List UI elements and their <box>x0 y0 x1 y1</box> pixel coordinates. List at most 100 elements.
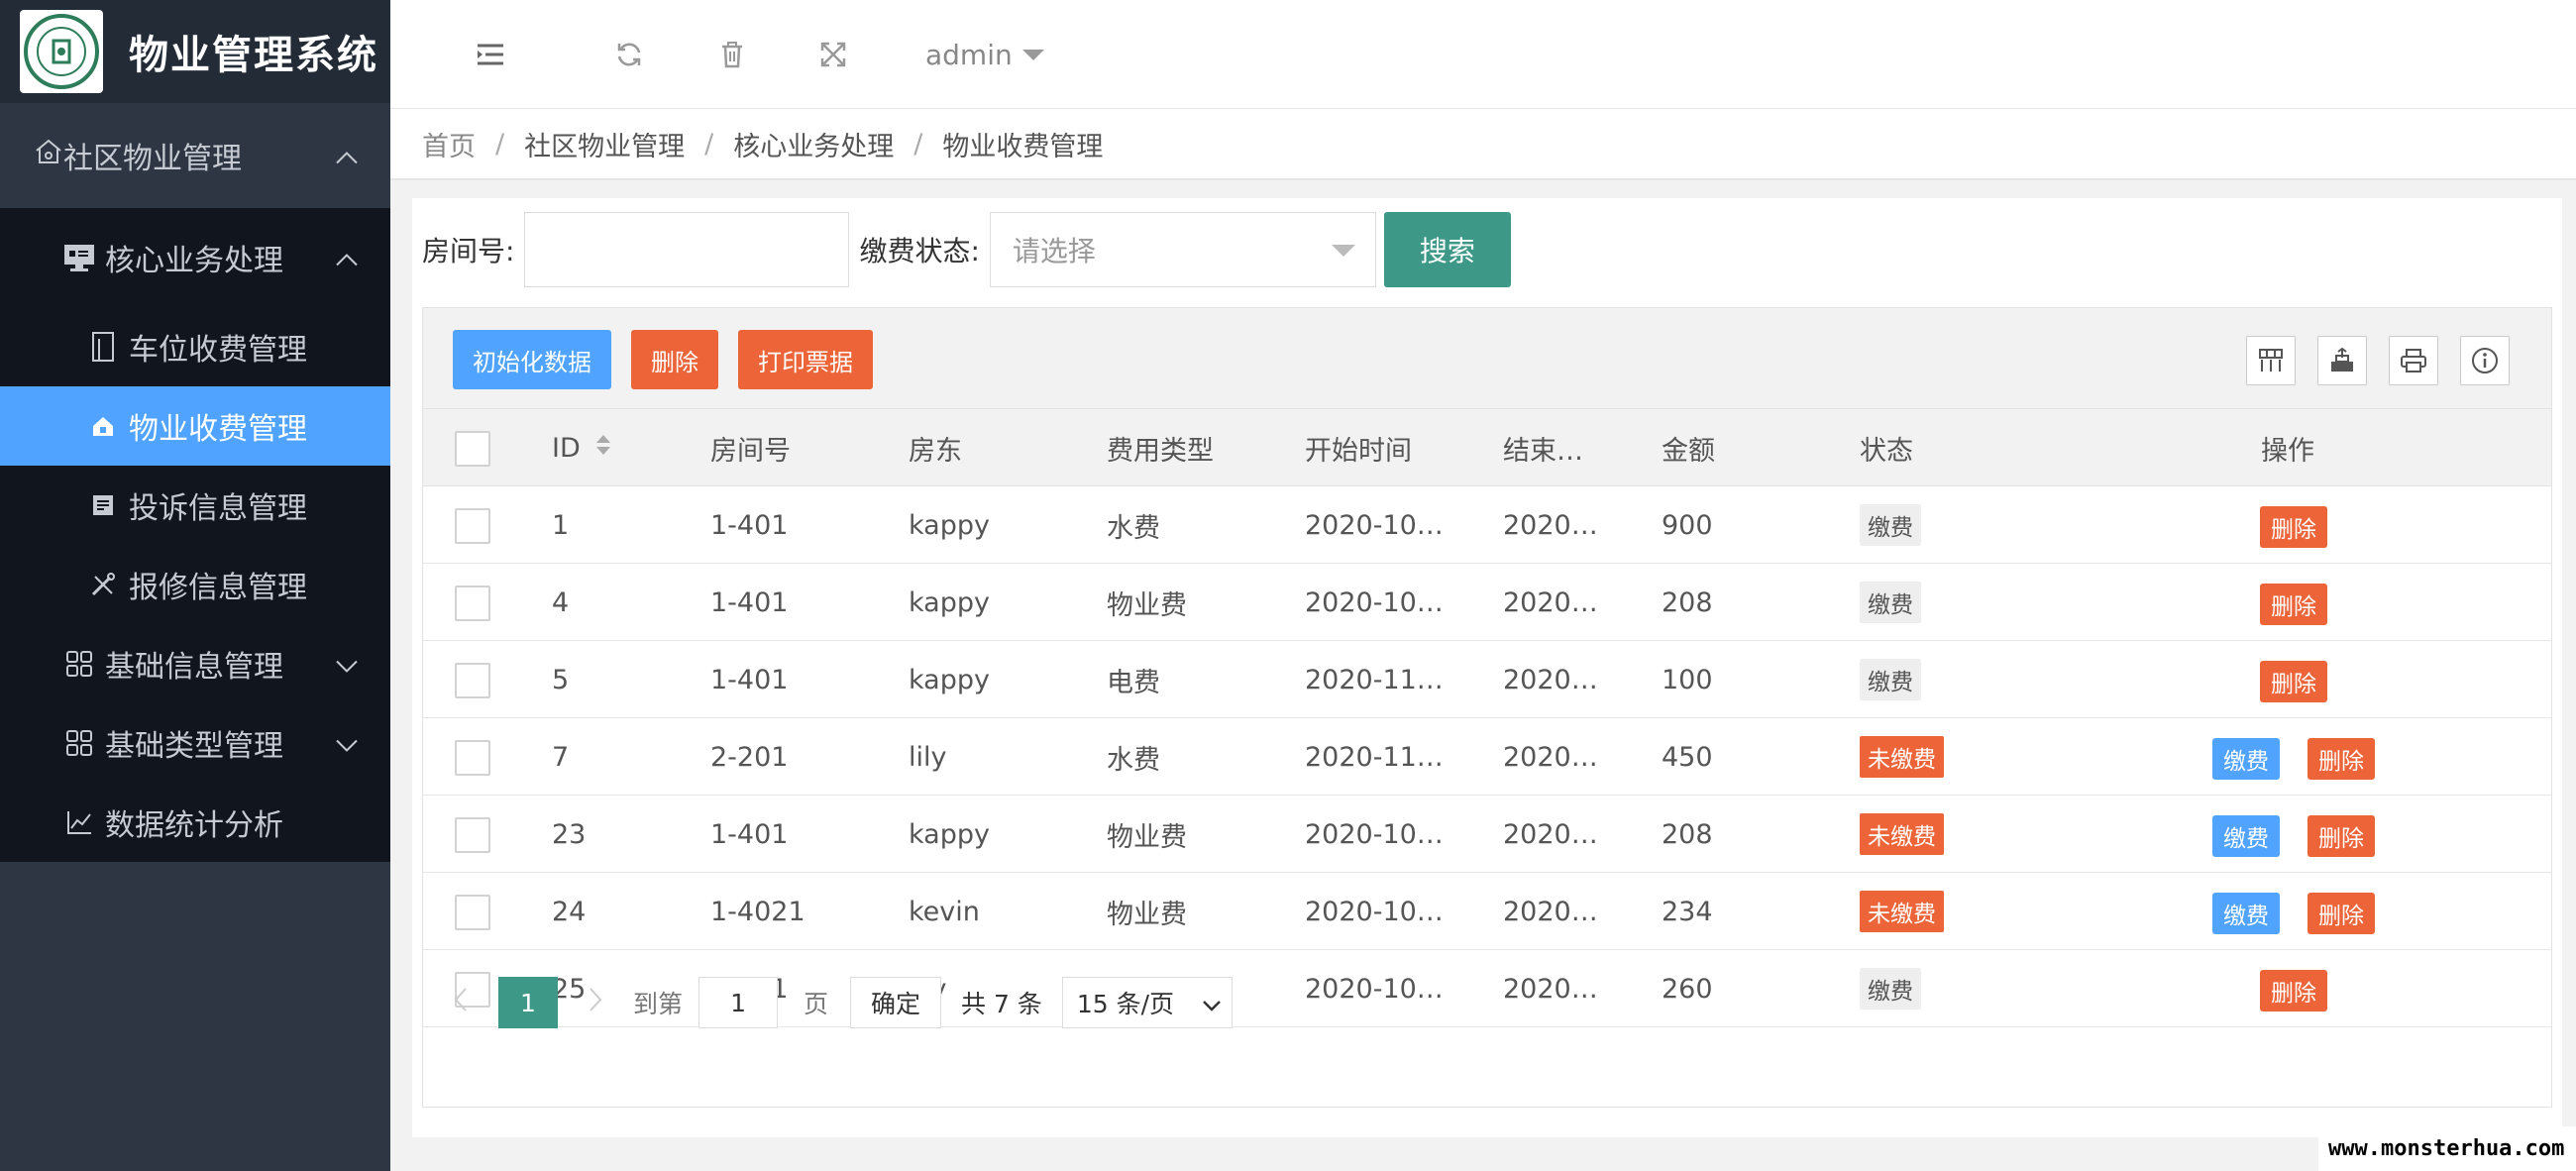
cell-amount: 900 <box>1662 509 1713 541</box>
sidebar-item-repairs[interactable]: 报修信息管理 <box>0 545 390 624</box>
sidebar-item-complaints[interactable]: 投诉信息管理 <box>0 466 390 545</box>
goto-page-input[interactable]: 1 <box>698 977 779 1028</box>
columns-icon[interactable] <box>2246 336 2296 385</box>
select-all-checkbox[interactable] <box>455 431 490 467</box>
status-select[interactable]: 请选择 <box>989 212 1376 287</box>
row-delete-button[interactable]: 删除 <box>2260 506 2327 548</box>
search-form: 房间号: 缴费状态: 请选择 搜索 <box>422 212 1511 287</box>
table-row[interactable]: 1 1-401 kappy 水费 2020-10… 2020… 900 缴费 删除 <box>423 486 2551 564</box>
table-row[interactable]: 24 1-4021 kevin 物业费 2020-10… 2020… 234 未缴费 缴费 删除 <box>423 873 2551 950</box>
print-icon[interactable] <box>2389 336 2438 385</box>
cell-start: 2020-10… <box>1305 586 1444 618</box>
menu-toggle-icon[interactable] <box>466 30 515 79</box>
monitor-icon <box>61 240 97 275</box>
cell-room: 1-401 <box>710 664 789 695</box>
menu-community[interactable]: 社区物业管理 <box>0 103 390 208</box>
header-amount: 金额 <box>1662 435 1715 467</box>
chevron-up-icon <box>335 139 359 173</box>
row-pay-button[interactable]: 缴费 <box>2212 815 2280 857</box>
menu-base-info[interactable]: 基础信息管理 <box>0 624 390 703</box>
row-checkbox[interactable] <box>455 817 490 853</box>
trash-icon[interactable] <box>707 30 757 79</box>
tools-icon <box>85 567 121 602</box>
breadcrumb-community[interactable]: 社区物业管理 <box>524 125 685 163</box>
row-pay-button[interactable]: 缴费 <box>2212 893 2280 934</box>
search-button[interactable]: 搜索 <box>1383 212 1511 287</box>
cell-status: 缴费 <box>1860 486 1921 564</box>
cell-end: 2020… <box>1503 509 1598 541</box>
status-badge: 未缴费 <box>1860 736 1944 778</box>
table-row[interactable]: 7 2-201 lily 水费 2020-11… 2020… 450 未缴费 缴费 删除 <box>423 718 2551 796</box>
row-delete-button[interactable]: 删除 <box>2260 661 2327 702</box>
grid-icon <box>61 725 97 761</box>
row-delete-button[interactable]: 删除 <box>2260 584 2327 625</box>
cell-id: 24 <box>552 896 587 927</box>
refresh-icon[interactable] <box>604 30 654 79</box>
row-checkbox[interactable] <box>455 508 490 544</box>
table-row[interactable]: 23 1-401 kappy 物业费 2020-10… 2020… 208 未缴费 缴费 删除 <box>423 796 2551 873</box>
cell-status: 缴费 <box>1860 641 1921 718</box>
cell-owner: kappy <box>909 664 990 695</box>
page-current[interactable]: 1 <box>498 977 558 1028</box>
goto-confirm-button[interactable]: 确定 <box>850 977 942 1028</box>
row-delete-button[interactable]: 删除 <box>2308 893 2375 934</box>
chevron-up-icon <box>335 241 359 275</box>
table-row[interactable]: 4 1-401 kappy 物业费 2020-10… 2020… 208 缴费 删除 <box>423 564 2551 641</box>
status-badge: 未缴费 <box>1860 813 1944 855</box>
cell-status: 未缴费 <box>1860 796 1944 873</box>
info-icon[interactable] <box>2460 336 2510 385</box>
data-table: 初始化数据 删除 打印票据 ID 房间号 房东 费用类型 开始时间 结束… 金额… <box>422 307 2552 1108</box>
cell-end: 2020… <box>1503 586 1598 618</box>
page-size-select[interactable]: 15 条/页 <box>1061 977 1233 1028</box>
cell-room: 1-401 <box>710 586 789 618</box>
row-delete-button[interactable]: 删除 <box>2308 815 2375 857</box>
menu-core-business[interactable]: 核心业务处理 <box>0 208 390 307</box>
cell-room: 1-401 <box>710 818 789 850</box>
print-receipt-button[interactable]: 打印票据 <box>738 330 873 389</box>
header-id[interactable]: ID <box>552 409 612 486</box>
prev-page-icon[interactable] <box>453 986 469 1019</box>
cell-status: 未缴费 <box>1860 873 1944 950</box>
goto-page-value: 1 <box>730 988 746 1017</box>
breadcrumb-core[interactable]: 核心业务处理 <box>733 125 894 163</box>
cell-amount: 234 <box>1662 896 1713 927</box>
total-count: 共 7 条 <box>961 990 1042 1018</box>
menu-core-label: 核心业务处理 <box>105 244 283 278</box>
row-checkbox[interactable] <box>455 586 490 621</box>
cell-fee-type: 物业费 <box>1107 899 1187 930</box>
cell-fee-type: 水费 <box>1107 744 1160 776</box>
row-delete-button[interactable]: 删除 <box>2308 738 2375 780</box>
row-checkbox[interactable] <box>455 740 490 776</box>
menu-stats-label: 数据统计分析 <box>105 808 283 843</box>
fullscreen-icon[interactable] <box>808 30 858 79</box>
menu-stats[interactable]: 数据统计分析 <box>0 783 390 862</box>
table-row[interactable]: 5 1-401 kappy 电费 2020-11… 2020… 100 缴费 删除 <box>423 641 2551 718</box>
header-end: 结束… <box>1503 435 1583 467</box>
row-checkbox[interactable] <box>455 895 490 930</box>
cell-owner: lily <box>909 741 947 773</box>
room-label: 房间号: <box>422 235 515 267</box>
next-page-icon[interactable] <box>588 986 603 1019</box>
sidebar-item-label: 物业收费管理 <box>129 412 307 447</box>
menu-base-type[interactable]: 基础类型管理 <box>0 703 390 783</box>
status-badge: 缴费 <box>1860 659 1921 700</box>
init-data-button[interactable]: 初始化数据 <box>453 330 611 389</box>
sidebar-item-property-fee[interactable]: 物业收费管理 <box>0 386 390 466</box>
breadcrumb-home[interactable]: 首页 <box>422 125 476 163</box>
cell-room: 1-4021 <box>710 896 805 927</box>
room-input[interactable] <box>524 212 850 287</box>
row-checkbox[interactable] <box>455 663 490 698</box>
delete-button[interactable]: 删除 <box>631 330 718 389</box>
sidebar-item-label: 报修信息管理 <box>129 571 307 605</box>
cell-start: 2020-10… <box>1305 818 1444 850</box>
export-icon[interactable] <box>2317 336 2367 385</box>
pagination: 1 到第 1 页 确定 共 7 条 15 条/页 <box>423 960 2551 1045</box>
row-pay-button[interactable]: 缴费 <box>2212 738 2280 780</box>
cell-owner: kevin <box>909 896 980 927</box>
cell-status: 未缴费 <box>1860 718 1944 796</box>
user-menu[interactable]: admin <box>925 30 1044 79</box>
report-icon <box>85 487 121 523</box>
status-badge: 缴费 <box>1860 582 1921 623</box>
cell-fee-type: 物业费 <box>1107 589 1187 621</box>
sidebar-item-parking-fee[interactable]: 车位收费管理 <box>0 307 390 386</box>
